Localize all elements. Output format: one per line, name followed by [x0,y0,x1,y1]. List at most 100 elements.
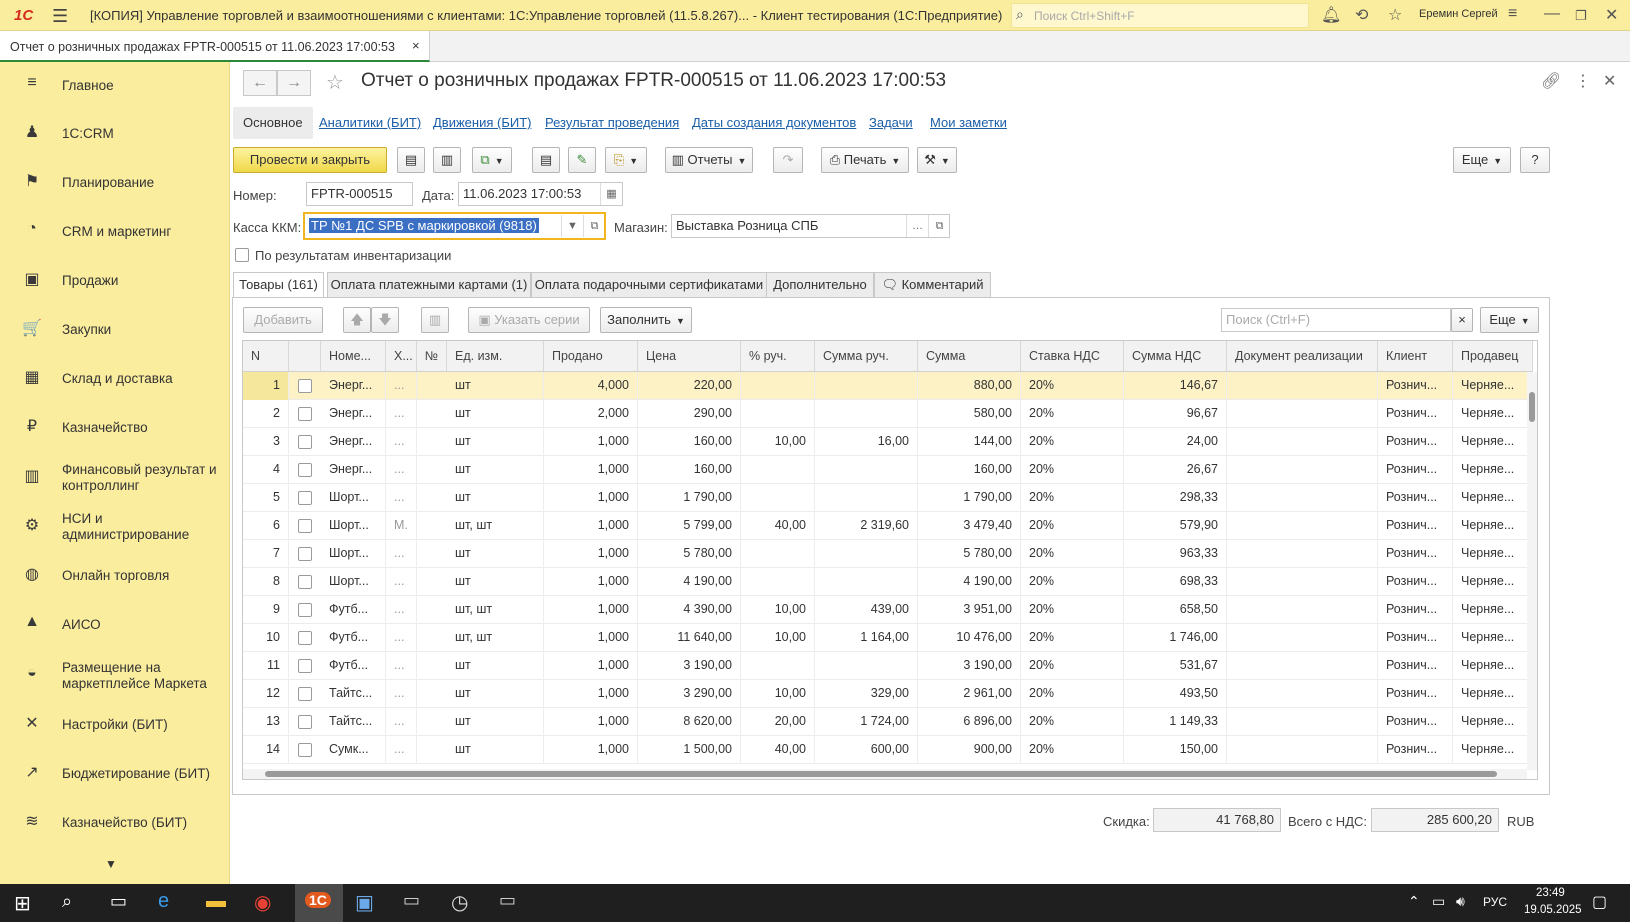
file-explorer-icon[interactable]: ▬ [206,890,226,913]
table-cell[interactable]: 1,000 [544,736,638,764]
close-window-icon[interactable]: ✕ [1605,5,1618,25]
more-button[interactable]: Еще ▼ [1453,147,1511,173]
table-cell[interactable]: 3 290,00 [638,680,741,708]
table-cell[interactable] [741,652,815,680]
table-cell[interactable]: ... [386,484,417,512]
table-cell[interactable]: Рознич... [1378,652,1453,680]
table-cell[interactable] [1227,568,1378,596]
clock-time[interactable]: 23:49 [1536,887,1565,899]
save-button[interactable]: ▤ [397,147,425,173]
table-cell[interactable] [1227,624,1378,652]
minimize-icon[interactable]: — [1544,5,1560,23]
table-cell[interactable]: 10 476,00 [918,624,1021,652]
table-cell[interactable]: Черняе... [1453,680,1533,708]
table-cell[interactable]: 40,00 [741,736,815,764]
table-cell[interactable]: 10,00 [741,428,815,456]
table-cell[interactable] [1227,736,1378,764]
table-row[interactable]: 5 Шорт...... шт 1,000 1 790,00 1 790,00 20% 298… [243,484,1533,512]
table-cell[interactable]: 531,67 [1124,652,1227,680]
table-cell[interactable]: 11 [243,652,289,680]
save-app-icon[interactable]: ▣ [355,890,374,915]
reports-button[interactable]: ▥ Отчеты ▼ [665,147,753,173]
table-cell[interactable]: 4 190,00 [638,568,741,596]
table-cell[interactable]: 579,90 [1124,512,1227,540]
table-cell[interactable]: Рознич... [1378,624,1453,652]
column-header[interactable]: Клиент [1378,341,1453,372]
table-cell[interactable]: 146,67 [1124,372,1227,400]
table-cell[interactable]: ... [386,624,417,652]
table-cell[interactable]: ... [386,400,417,428]
column-header[interactable]: Цена [638,341,741,372]
table-cell[interactable]: Футб... [321,624,386,652]
table-cell[interactable] [1227,372,1378,400]
ie-browser-icon[interactable]: e [158,890,169,913]
table-cell[interactable] [815,372,918,400]
dropdown-icon[interactable]: ▼ [561,215,583,237]
tab-creation-dates[interactable]: Даты создания документов [692,107,856,139]
terminal2-icon[interactable]: ▭ [499,890,516,911]
add-row-button[interactable]: Добавить [243,307,323,333]
favorite-star-icon[interactable]: ☆ [326,70,344,95]
post-button[interactable]: ▥ [433,147,461,173]
table-cell[interactable]: 20,00 [741,708,815,736]
table-cell[interactable]: шт, шт [447,512,544,540]
table-row[interactable]: 14 Сумк...... шт 1,000 1 500,00 40,00 600,00 90… [243,736,1533,764]
table-cell[interactable]: 40,00 [741,512,815,540]
table-cell[interactable]: Рознич... [1378,428,1453,456]
table-cell[interactable]: Энерг... [321,400,386,428]
table-cell[interactable]: 2 319,60 [815,512,918,540]
table-cell[interactable]: 4 190,00 [918,568,1021,596]
tab-movements[interactable]: Движения (БИТ) [433,107,531,139]
post-and-close-button[interactable]: Провести и закрыть [233,147,387,173]
table-cell[interactable]: ... [386,596,417,624]
table-cell[interactable]: 900,00 [918,736,1021,764]
print-button[interactable]: ⎙ Печать ▼ [821,147,909,173]
table-cell[interactable]: Черняе... [1453,372,1533,400]
table-cell[interactable]: 1,000 [544,456,638,484]
table-cell[interactable] [741,484,815,512]
row-checkbox[interactable] [298,463,312,477]
table-cell[interactable]: 12 [243,680,289,708]
sidebar-scroll-down-icon[interactable]: ▼ [105,857,117,871]
table-cell[interactable]: 24,00 [1124,428,1227,456]
row-checkbox[interactable] [298,687,312,701]
table-cell[interactable]: 10 [243,624,289,652]
table-cell[interactable]: шт [447,400,544,428]
table-cell[interactable]: 880,00 [918,372,1021,400]
chrome-icon[interactable]: ◉ [254,890,271,915]
row-checkbox[interactable] [298,519,312,533]
table-cell[interactable]: шт [447,456,544,484]
table-cell[interactable] [1227,484,1378,512]
user-name[interactable]: Еремин Сергей [1419,8,1498,20]
star-icon[interactable]: ☆ [1388,5,1402,25]
sidebar-item[interactable]: 🛒 Закупки [0,306,229,354]
table-cell[interactable]: 20% [1021,372,1124,400]
table-cell[interactable]: 20% [1021,680,1124,708]
table-row[interactable]: 10 Футб...... шт, шт 1,000 11 640,00 10,00 1 1… [243,624,1533,652]
table-cell[interactable]: 4 390,00 [638,596,741,624]
table-row[interactable]: 1 Энерг...... шт 4,000 220,00 880,00 20% 146,67… [243,372,1533,400]
table-cell[interactable]: 1,000 [544,596,638,624]
close-tab-icon[interactable]: × [412,38,420,53]
table-row[interactable]: 4 Энерг...... шт 1,000 160,00 160,00 20% 26,67 Р… [243,456,1533,484]
taskbar-1c-app[interactable]: 1С [295,884,343,922]
table-cell[interactable]: 4,000 [544,372,638,400]
close-form-icon[interactable]: ✕ [1603,71,1616,91]
table-cell[interactable] [1227,428,1378,456]
clock-date[interactable]: 19.05.2025 [1524,904,1582,916]
table-cell[interactable]: 290,00 [638,400,741,428]
table-cell[interactable]: 698,33 [1124,568,1227,596]
settings-lines-icon[interactable]: ≡ [1508,5,1517,23]
table-row[interactable]: 2 Энерг...... шт 2,000 290,00 580,00 20% 96,67 Р… [243,400,1533,428]
column-header[interactable] [289,341,321,372]
table-cell[interactable]: Рознич... [1378,484,1453,512]
table-cell[interactable]: 1 149,33 [1124,708,1227,736]
table-cell[interactable]: 20% [1021,484,1124,512]
table-cell[interactable]: 8 620,00 [638,708,741,736]
move-down-button[interactable]: 🡇 [371,307,399,333]
column-header[interactable]: № [417,341,447,372]
table-cell[interactable]: шт [447,540,544,568]
row-checkbox[interactable] [298,435,312,449]
table-cell[interactable]: шт [447,736,544,764]
tab-additional[interactable]: Дополнительно [766,272,874,298]
